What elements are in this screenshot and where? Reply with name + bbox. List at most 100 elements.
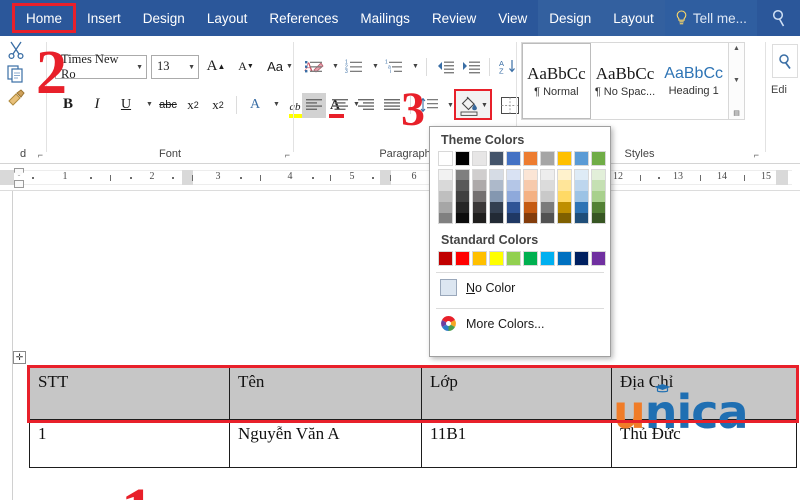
theme-shade-swatch-3-1[interactable] — [489, 180, 504, 191]
theme-shade-swatch-0-0[interactable] — [438, 169, 453, 180]
change-case-icon[interactable]: Aa ▼ — [263, 54, 297, 79]
theme-color-swatch-7[interactable] — [557, 151, 572, 166]
theme-shade-swatch-7-3[interactable] — [557, 202, 572, 213]
find-icon-titlebar[interactable] — [762, 0, 796, 36]
theme-shade-swatch-0-1[interactable] — [438, 180, 453, 191]
superscript-button[interactable]: x2 — [207, 92, 229, 117]
numbering-icon[interactable]: 123 — [342, 54, 366, 79]
tab-mailings[interactable]: Mailings — [349, 0, 421, 36]
theme-color-swatch-2[interactable] — [472, 151, 487, 166]
tab-table-layout[interactable]: Layout — [602, 0, 665, 36]
styles-scroll-up-icon[interactable]: ▲ — [733, 45, 740, 52]
theme-shade-swatch-7-2[interactable] — [557, 191, 572, 202]
theme-shade-swatch-9-2[interactable] — [591, 191, 606, 202]
theme-colors-base-row[interactable] — [430, 151, 610, 166]
align-center-button[interactable] — [328, 93, 352, 118]
tab-layout[interactable]: Layout — [196, 0, 259, 36]
theme-shade-swatch-4-1[interactable] — [506, 180, 521, 191]
document-page[interactable]: unica 1 ✛ STT Tên Lớp Địa Chỉ 1 Nguyễn V… — [12, 191, 800, 500]
theme-shade-swatch-2-3[interactable] — [472, 202, 487, 213]
theme-color-swatch-8[interactable] — [574, 151, 589, 166]
theme-shade-swatch-8-4[interactable] — [574, 213, 589, 224]
theme-shade-swatch-3-4[interactable] — [489, 213, 504, 224]
theme-shade-swatch-1-0[interactable] — [455, 169, 470, 180]
standard-color-swatch-3[interactable] — [489, 251, 504, 266]
multilevel-list-icon[interactable]: 1ai — [382, 54, 406, 79]
strikethrough-button[interactable]: abc — [157, 92, 179, 117]
copy-icon[interactable] — [6, 64, 26, 84]
standard-color-swatch-6[interactable] — [540, 251, 555, 266]
font-family-input[interactable]: Times New Ro ▼ — [55, 52, 147, 81]
theme-shade-swatch-6-0[interactable] — [540, 169, 555, 180]
theme-color-swatch-9[interactable] — [591, 151, 606, 166]
theme-shade-swatch-6-2[interactable] — [540, 191, 555, 202]
table-cell-lop[interactable]: 11B1 — [421, 419, 612, 468]
theme-color-swatch-3[interactable] — [489, 151, 504, 166]
bullets-chevron-down-icon[interactable]: ▼ — [328, 54, 340, 79]
shading-button[interactable]: ▼ — [454, 89, 492, 120]
underline-chevron-down-icon[interactable]: ▼ — [142, 92, 154, 117]
more-colors-menu-item[interactable]: More Colors... — [430, 309, 610, 338]
theme-shade-swatch-4-0[interactable] — [506, 169, 521, 180]
theme-shade-swatch-3-3[interactable] — [489, 202, 504, 213]
clipboard-dialog-launcher[interactable]: ⌐ — [38, 150, 43, 160]
italic-button[interactable]: I — [84, 92, 110, 117]
theme-shade-swatch-5-4[interactable] — [523, 213, 538, 224]
theme-shade-swatch-6-4[interactable] — [540, 213, 555, 224]
theme-color-swatch-4[interactable] — [506, 151, 521, 166]
table-header-stt[interactable]: STT — [29, 367, 230, 420]
tab-references[interactable]: References — [258, 0, 349, 36]
theme-shade-swatch-0-4[interactable] — [438, 213, 453, 224]
text-effects-icon[interactable]: A — [244, 92, 266, 117]
multilevel-chevron-down-icon[interactable]: ▼ — [408, 54, 420, 79]
bullets-icon[interactable] — [302, 54, 326, 79]
align-right-button[interactable] — [354, 93, 378, 118]
horizontal-ruler[interactable]: 1 2 3 4 5 6 7 8 12 13 14 15 — [0, 165, 800, 191]
theme-shade-swatch-2-1[interactable] — [472, 180, 487, 191]
table-cell-stt[interactable]: 1 — [29, 419, 230, 468]
standard-color-swatch-8[interactable] — [574, 251, 589, 266]
theme-shade-swatch-1-1[interactable] — [455, 180, 470, 191]
theme-shade-swatch-0-2[interactable] — [438, 191, 453, 202]
theme-shade-swatch-7-1[interactable] — [557, 180, 572, 191]
theme-shade-swatch-9-1[interactable] — [591, 180, 606, 191]
document-area[interactable]: unica 1 ✛ STT Tên Lớp Địa Chỉ 1 Nguyễn V… — [0, 191, 800, 500]
subscript-button[interactable]: x2 — [182, 92, 204, 117]
shrink-font-icon[interactable]: A ▼ — [233, 54, 259, 79]
theme-shade-swatch-5-3[interactable] — [523, 202, 538, 213]
theme-shade-swatch-4-4[interactable] — [506, 213, 521, 224]
theme-shade-swatch-4-2[interactable] — [506, 191, 521, 202]
theme-shade-swatch-9-4[interactable] — [591, 213, 606, 224]
theme-shade-swatch-8-2[interactable] — [574, 191, 589, 202]
tell-me-box[interactable]: Tell me... — [664, 0, 757, 36]
shading-color-dropdown[interactable]: Theme Colors Standard Colors No Color Mo… — [429, 126, 611, 357]
theme-shade-swatch-2-2[interactable] — [472, 191, 487, 202]
theme-shade-swatch-2-4[interactable] — [472, 213, 487, 224]
theme-shade-swatch-2-0[interactable] — [472, 169, 487, 180]
font-size-input[interactable]: 13 ▼ — [151, 54, 199, 79]
no-color-menu-item[interactable]: No Color — [430, 273, 610, 302]
styles-scroll-down-icon[interactable]: ▼ — [733, 77, 740, 84]
standard-color-swatch-2[interactable] — [472, 251, 487, 266]
theme-shade-swatch-0-3[interactable] — [438, 202, 453, 213]
standard-color-swatch-5[interactable] — [523, 251, 538, 266]
style-normal[interactable]: AaBbCc ¶ Normal — [522, 43, 591, 119]
text-effects-chevron-down-icon[interactable]: ▼ — [269, 92, 281, 117]
style-heading-1[interactable]: AaBbCc Heading 1 — [659, 43, 728, 119]
theme-color-swatch-6[interactable] — [540, 151, 555, 166]
theme-color-swatch-5[interactable] — [523, 151, 538, 166]
grow-font-icon[interactable]: A ▲ — [203, 54, 229, 79]
table-cell-ten[interactable]: Nguyễn Văn A — [229, 419, 422, 468]
theme-shade-swatch-5-0[interactable] — [523, 169, 538, 180]
left-indent-marker[interactable] — [14, 180, 24, 188]
theme-shade-swatch-7-4[interactable] — [557, 213, 572, 224]
theme-shade-swatch-5-2[interactable] — [523, 191, 538, 202]
tab-table-design[interactable]: Design — [538, 0, 602, 36]
theme-color-swatch-0[interactable] — [438, 151, 453, 166]
tab-review[interactable]: Review — [421, 0, 487, 36]
decrease-indent-icon[interactable] — [433, 54, 457, 79]
table-header-lop[interactable]: Lớp — [421, 367, 612, 420]
theme-shade-swatch-9-3[interactable] — [591, 202, 606, 213]
theme-shade-swatch-4-3[interactable] — [506, 202, 521, 213]
standard-color-swatch-9[interactable] — [591, 251, 606, 266]
